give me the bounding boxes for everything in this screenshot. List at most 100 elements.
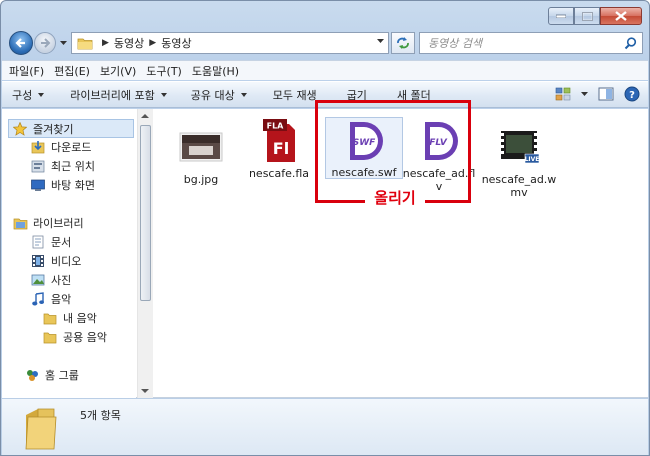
nav-public-music[interactable]: 공용 음악: [42, 329, 107, 345]
address-bar[interactable]: ▶ 동영상 ▶ 동영상: [71, 32, 389, 54]
nav-music[interactable]: 음악: [30, 291, 71, 307]
nav-libraries[interactable]: 라이브러리: [12, 215, 84, 231]
nav-recent-places[interactable]: 최근 위치: [30, 158, 95, 174]
close-icon: [615, 11, 627, 21]
maximize-button[interactable]: [574, 7, 600, 25]
maximize-icon: [581, 11, 593, 21]
scroll-down-icon[interactable]: [141, 389, 149, 393]
close-button[interactable]: [600, 7, 642, 25]
nav-music-label: 음악: [51, 293, 72, 306]
minimize-icon: [556, 14, 566, 18]
menu-bar: 파일(F) 편집(E) 보기(V) 도구(T) 도움말(H): [2, 60, 648, 80]
folder-icon: [77, 38, 93, 50]
file-name: bg.jpg: [183, 173, 219, 186]
nav-desktop-label: 바탕 화면: [51, 179, 95, 192]
recent-places-icon: [30, 158, 46, 174]
item-count: 5개 항목: [80, 409, 121, 422]
downloads-folder-icon: [30, 139, 46, 155]
breadcrumb-separator: ▶: [149, 38, 157, 48]
annotation-label: 올리기: [365, 188, 425, 208]
scroll-up-icon[interactable]: [141, 114, 149, 118]
back-arrow-icon: [15, 38, 25, 48]
refresh-button[interactable]: [391, 32, 415, 54]
breadcrumb-item[interactable]: 동영상: [161, 35, 191, 51]
details-pane: 5개 항목: [2, 399, 648, 455]
change-view-icon[interactable]: [555, 87, 571, 101]
search-icon[interactable]: [624, 37, 637, 50]
star-icon: [12, 121, 28, 137]
menu-edit[interactable]: 편집(E): [54, 63, 90, 79]
navigation-pane: 즐겨찾기 다운로드 최근 위치 바탕 화면 라이브러리 문서 비디오 사진 음악…: [2, 109, 136, 398]
nav-downloads-label: 다운로드: [51, 141, 92, 154]
wmv-video-icon: LIVE: [495, 123, 543, 171]
pictures-icon: [30, 272, 46, 288]
folder-icon: [25, 408, 57, 450]
share-with-button[interactable]: 공유 대상: [191, 87, 247, 103]
nav-recent-label: 최근 위치: [51, 160, 95, 173]
nav-documents[interactable]: 문서: [30, 234, 71, 250]
breadcrumb-separator: ▶: [102, 38, 109, 48]
file-item[interactable]: bg.jpg: [162, 123, 240, 186]
music-icon: [30, 291, 46, 307]
file-name: nescafe_ad.wmv: [481, 173, 557, 199]
folder-icon: [42, 310, 58, 326]
videos-icon: [30, 253, 46, 269]
nav-videos[interactable]: 비디오: [30, 253, 81, 269]
nav-favorites[interactable]: 즐겨찾기: [8, 119, 134, 138]
menu-file[interactable]: 파일(F): [9, 63, 44, 79]
caption-buttons: [548, 7, 642, 25]
nav-libraries-label: 라이브러리: [33, 217, 84, 230]
nav-videos-label: 비디오: [51, 255, 82, 268]
search-input[interactable]: [428, 36, 618, 50]
breadcrumb-item[interactable]: 동영상: [114, 35, 144, 51]
homegroup-icon: [24, 367, 40, 383]
flash-fla-icon: FLA Fl: [255, 117, 303, 165]
svg-text:Fl: Fl: [273, 139, 289, 158]
image-thumbnail-icon: [177, 123, 225, 171]
nav-pictures-label: 사진: [51, 274, 72, 287]
svg-text:?: ?: [629, 90, 635, 101]
forward-button[interactable]: [34, 32, 56, 54]
nav-public-music-label: 공용 음악: [63, 331, 107, 344]
search-box[interactable]: [419, 32, 643, 54]
nav-homegroup-label: 홈 그룹: [45, 369, 79, 382]
minimize-button[interactable]: [548, 7, 574, 25]
explorer-window: ▶ 동영상 ▶ 동영상 파일(F) 편집(E) 보기(V) 도구(T) 도움말(…: [0, 0, 650, 456]
preview-pane-icon[interactable]: [598, 87, 614, 101]
desktop-icon: [30, 177, 46, 193]
help-icon[interactable]: ?: [624, 86, 640, 102]
back-button[interactable]: [9, 31, 33, 55]
include-library-label: 라이브러리에 포함: [70, 88, 155, 102]
menu-view[interactable]: 보기(V): [100, 63, 136, 79]
share-with-label: 공유 대상: [190, 88, 235, 102]
include-in-library-button[interactable]: 라이브러리에 포함: [70, 87, 167, 103]
nav-homegroup[interactable]: 홈 그룹: [24, 367, 79, 383]
view-controls: ?: [545, 86, 640, 102]
svg-text:FLA: FLA: [267, 122, 285, 131]
libraries-icon: [12, 215, 28, 231]
nav-documents-label: 문서: [51, 236, 72, 249]
menu-help[interactable]: 도움말(H): [192, 63, 239, 79]
chevron-down-icon: [38, 92, 45, 97]
nav-my-music-label: 내 음악: [63, 312, 97, 325]
play-all-label: 모두 재생: [272, 88, 317, 102]
play-all-button[interactable]: 모두 재생: [273, 87, 317, 103]
nav-favorites-label: 즐겨찾기: [33, 122, 74, 136]
scroll-thumb[interactable]: [140, 125, 151, 301]
nav-pictures[interactable]: 사진: [30, 272, 71, 288]
file-item[interactable]: FLA Fl nescafe.fla: [240, 117, 318, 180]
chevron-down-icon[interactable]: [377, 39, 384, 43]
refresh-icon: [397, 37, 409, 49]
folder-icon: [42, 329, 58, 345]
nav-downloads[interactable]: 다운로드: [30, 139, 91, 155]
organize-button[interactable]: 구성: [12, 87, 45, 103]
recent-pages-dropdown[interactable]: [59, 38, 68, 48]
chevron-down-icon[interactable]: [581, 92, 588, 96]
chevron-down-icon: [60, 41, 67, 45]
file-item[interactable]: LIVE nescafe_ad.wmv: [480, 123, 558, 199]
nav-my-music[interactable]: 내 음악: [42, 310, 97, 326]
nav-scrollbar[interactable]: [137, 109, 153, 398]
nav-desktop[interactable]: 바탕 화면: [30, 177, 95, 193]
documents-icon: [30, 234, 46, 250]
menu-tools[interactable]: 도구(T): [146, 63, 182, 79]
